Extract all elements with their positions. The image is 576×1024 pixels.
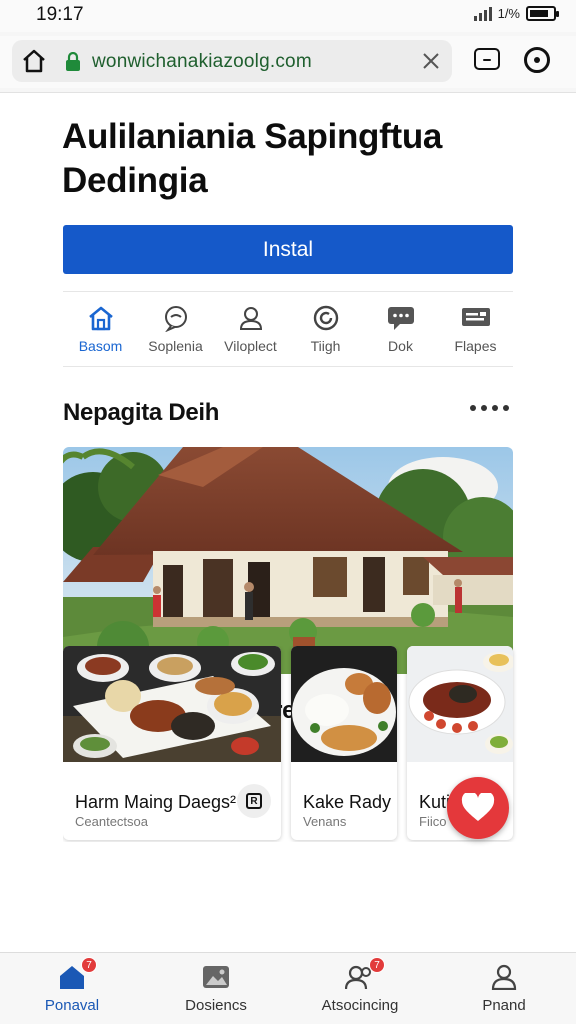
- bottom-nav-dosiencs[interactable]: Dosiencs: [144, 953, 288, 1024]
- nav-label: Soplenia: [148, 338, 203, 354]
- food-platter-image: [63, 646, 281, 762]
- nav-label: Basom: [78, 338, 123, 354]
- favorite-button[interactable]: [447, 777, 509, 839]
- nav-item-viloplect[interactable]: Viloplect: [213, 292, 288, 366]
- url-text: wonwichanakiazoolg.com: [92, 51, 312, 72]
- card-subtitle: Fiico: [419, 814, 447, 829]
- notification-badge: 7: [81, 957, 97, 973]
- nav-item-basom[interactable]: Basom: [63, 292, 138, 366]
- people-icon: 7: [345, 957, 385, 991]
- status-time: 19:17: [36, 4, 84, 25]
- card-action-button[interactable]: R: [237, 784, 271, 818]
- heart-icon: [461, 793, 495, 821]
- bottom-nav-atsocincing[interactable]: 7 Atsocincing: [288, 953, 432, 1024]
- bottom-nav-label: Atsocincing: [321, 997, 399, 1014]
- bottom-nav-ponaval[interactable]: 7 Ponaval: [0, 953, 144, 1024]
- category-nav: Basom Soplenia Viloplect Tiigh Dok Flape…: [63, 291, 513, 367]
- more-options-icon[interactable]: [470, 405, 509, 411]
- bottom-nav-label: Ponaval: [44, 997, 100, 1014]
- browser-toolbar: wonwichanakiazoolg.com: [0, 36, 576, 88]
- layers-icon: [461, 304, 491, 332]
- nav-label: Flapes: [454, 338, 497, 354]
- battery-icon: [526, 6, 559, 21]
- bottom-nav-pnand[interactable]: Pnand: [432, 953, 576, 1024]
- status-bar: 19:17 1/%: [0, 0, 576, 32]
- refresh-circle-icon: [311, 304, 341, 332]
- notification-badge: 7: [369, 957, 385, 973]
- card-title: Kake Rady: [303, 792, 392, 812]
- message-icon: [386, 304, 416, 332]
- village-house-illustration: [63, 447, 513, 674]
- chat-bubble-icon: [161, 304, 191, 332]
- bottom-navigation: 7 Ponaval Dosiencs 7 Atsocincing Pnand: [0, 952, 576, 1024]
- nav-item-flapes[interactable]: Flapes: [438, 292, 513, 366]
- status-icons: 1/%: [473, 6, 559, 21]
- nav-item-soplenia[interactable]: Soplenia: [138, 292, 213, 366]
- install-button[interactable]: Instal: [63, 225, 513, 274]
- nav-label: Viloplect: [224, 338, 277, 354]
- card-title: Kuti: [419, 792, 451, 812]
- lock-icon: [66, 52, 80, 71]
- image-icon: [201, 963, 231, 991]
- card-subtitle: Ceantectsoa: [75, 814, 148, 829]
- home-icon[interactable]: [18, 45, 50, 77]
- menu-icon[interactable]: [524, 47, 550, 73]
- food-card[interactable]: Kake Rady Venans: [291, 646, 397, 840]
- save-icon: R: [246, 793, 262, 809]
- profile-icon: [489, 963, 519, 991]
- address-bar[interactable]: wonwichanakiazoolg.com: [12, 40, 452, 82]
- card-subtitle: Venans: [303, 814, 347, 829]
- food-card[interactable]: Harm Maing Daegs² Ceantectsoa R: [63, 646, 281, 840]
- nav-label: Tiigh: [310, 338, 341, 354]
- nav-item-tiigh[interactable]: Tiigh: [288, 292, 363, 366]
- tabs-icon[interactable]: [474, 48, 500, 70]
- bottom-nav-label: Pnand: [482, 997, 526, 1014]
- nav-label: Dok: [388, 338, 413, 354]
- chicken-plate-image: [291, 646, 397, 762]
- signal-icon: [473, 6, 492, 21]
- card-title: Harm Maing Daegs²: [75, 792, 237, 812]
- bottom-nav-label: Dosiencs: [185, 997, 247, 1014]
- battery-percent: 1/%: [497, 6, 520, 21]
- close-icon[interactable]: [418, 48, 444, 74]
- hero-image[interactable]: 090: [63, 447, 513, 674]
- section-title: Nepagita Deih: [63, 399, 220, 426]
- person-frame-icon: [236, 304, 266, 332]
- grilled-dish-image: [407, 646, 513, 762]
- home-icon: [86, 304, 116, 332]
- nav-item-dok[interactable]: Dok: [363, 292, 438, 366]
- home-icon: 7: [57, 957, 97, 991]
- app-title: Aulilaniania Sapingftua Dedingia: [62, 117, 443, 200]
